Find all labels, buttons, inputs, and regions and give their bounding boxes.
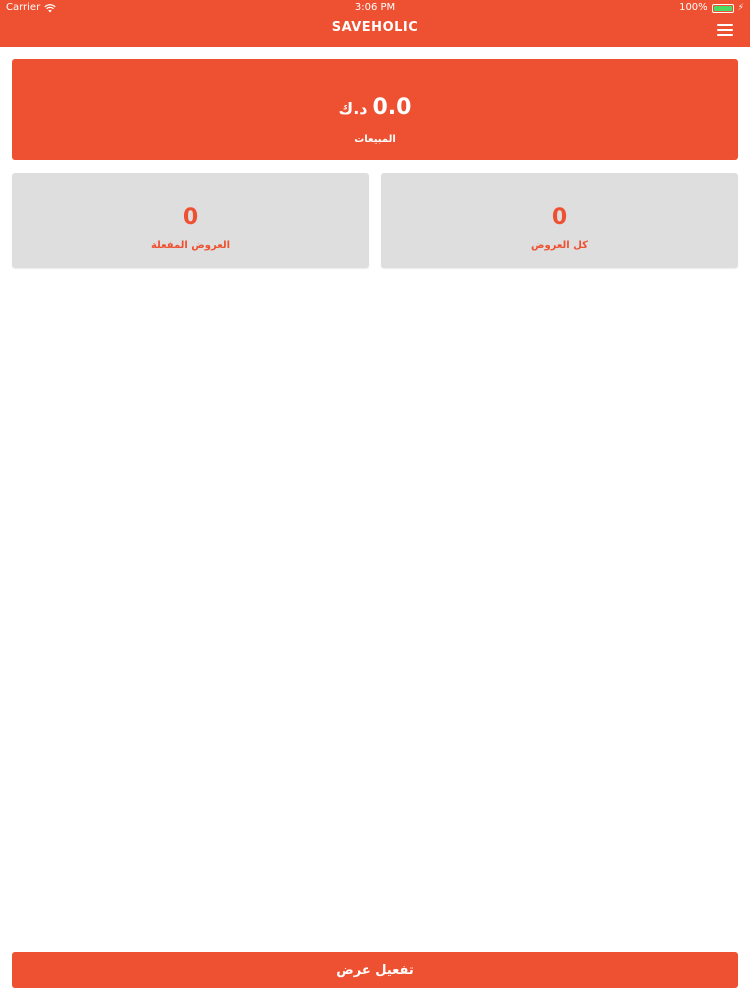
sales-currency: د.ك xyxy=(338,99,368,118)
battery-icon xyxy=(711,3,734,13)
sales-amount: 0.0 xyxy=(372,95,412,120)
sales-label: المبيعات xyxy=(354,134,396,145)
all-offers-count: 0 xyxy=(551,205,568,230)
all-offers-card[interactable]: 0 كل العروض xyxy=(381,173,738,268)
active-offers-card[interactable]: 0 العروض المفعلة xyxy=(12,173,369,268)
battery-percent: 100% xyxy=(679,2,708,13)
all-offers-label: كل العروض xyxy=(531,240,588,251)
top-bar: Carrier 3:06 PM 100% ⚡ SAVEHOLIC xyxy=(0,0,750,47)
sales-card: د.ك 0.0 المبيعات xyxy=(12,59,738,160)
activate-offer-button[interactable]: تفعيل عرض xyxy=(12,952,738,988)
active-offers-label: العروض المفعلة xyxy=(150,240,231,251)
menu-icon[interactable] xyxy=(717,24,733,36)
active-offers-count: 0 xyxy=(182,205,199,230)
sales-value: د.ك 0.0 xyxy=(339,95,412,120)
charging-icon: ⚡ xyxy=(737,3,744,13)
battery-info: 100% ⚡ xyxy=(679,0,744,16)
app-title: SAVEHOLIC xyxy=(331,20,419,35)
status-bar: Carrier 3:06 PM 100% ⚡ xyxy=(0,0,750,16)
status-time: 3:06 PM xyxy=(354,2,396,13)
